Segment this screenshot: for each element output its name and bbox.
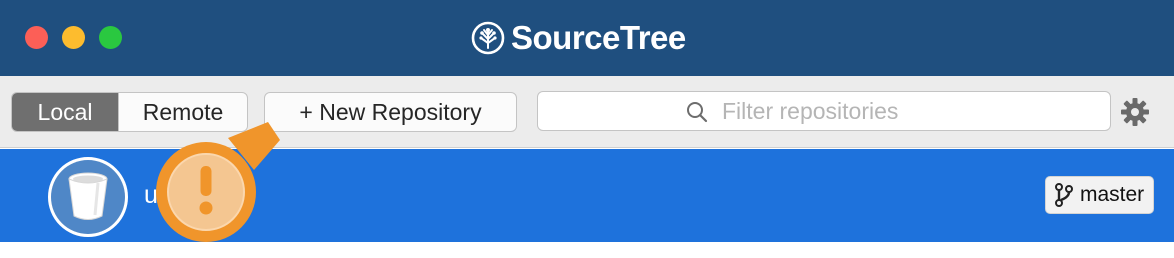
app-title: SourceTree (511, 19, 686, 56)
branch-icon (1055, 183, 1073, 207)
filter-repositories-field[interactable] (537, 91, 1111, 131)
app-brand: SourceTree (471, 14, 686, 62)
search-input[interactable] (722, 92, 1102, 130)
tab-local[interactable]: Local (12, 93, 119, 131)
new-repository-button[interactable]: + New Repository (264, 92, 517, 132)
gear-icon[interactable] (1120, 97, 1150, 127)
branch-badge[interactable]: master (1045, 176, 1154, 214)
title-bar: SourceTree (0, 0, 1174, 76)
window-maximize-button[interactable] (99, 26, 122, 49)
bucket-icon (68, 172, 108, 220)
branch-name: master (1080, 183, 1145, 206)
window-minimize-button[interactable] (62, 26, 85, 49)
exclamation-icon (156, 122, 280, 242)
sourcetree-logo-icon (471, 21, 505, 55)
repository-avatar (48, 157, 128, 237)
search-icon (687, 102, 708, 123)
window-close-button[interactable] (25, 26, 48, 49)
